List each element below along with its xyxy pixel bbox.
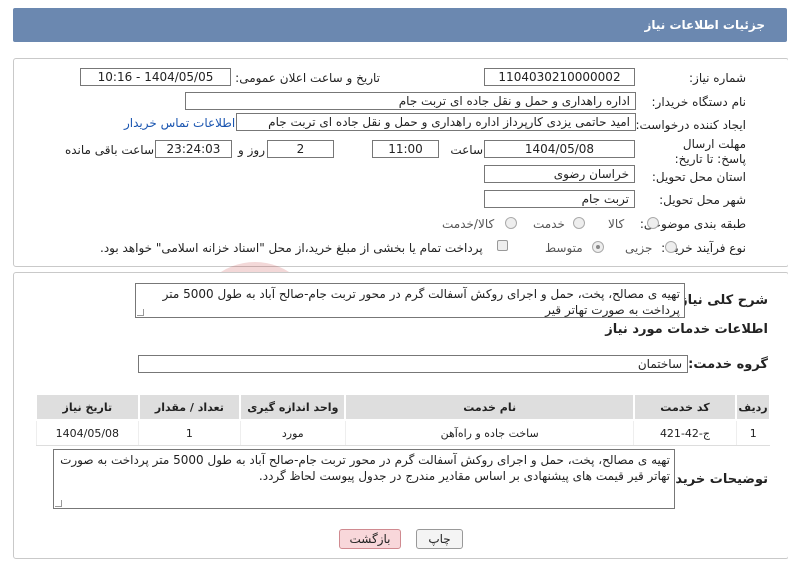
creator-field: امید حاتمی یزدی کارپرداز اداره راهداری و… bbox=[236, 113, 636, 131]
deadline-date-field: 1404/05/08 bbox=[484, 140, 635, 158]
table-row: 1 ج-42-421 ساخت جاده و راه‌آهن مورد 1 14… bbox=[35, 420, 770, 446]
process-option-medium: متوسط bbox=[545, 241, 583, 255]
services-table: ردیف کد خدمت نام خدمت واحد اندازه گیری ت… bbox=[35, 393, 771, 446]
announce-field: 1404/05/05 - 10:16 bbox=[80, 68, 231, 86]
contact-info-link[interactable]: اطلاعات تماس خریدار bbox=[124, 116, 235, 130]
print-button[interactable]: چاپ bbox=[416, 529, 463, 549]
category-option-goods: کالا bbox=[608, 217, 625, 231]
days-field: 2 bbox=[267, 140, 334, 158]
cell-code: ج-42-421 bbox=[633, 420, 737, 446]
category-radio-goods-service[interactable] bbox=[505, 217, 517, 229]
buyer-notes-text: تهیه ی مصالح، پخت، حمل و اجرای روکش آسفا… bbox=[60, 453, 670, 483]
back-button[interactable]: بازگشت bbox=[339, 529, 401, 549]
process-radio-minor[interactable] bbox=[665, 241, 677, 253]
payment-note: پرداخت تمام یا بخشی از مبلغ خرید،از محل … bbox=[100, 241, 483, 255]
remaining-label: ساعت باقی مانده bbox=[64, 143, 154, 157]
col-name: نام خدمت bbox=[344, 393, 635, 421]
city-field: تربت جام bbox=[484, 190, 635, 208]
summary-text: تهیه ی مصالح، پخت، حمل و اجرای روکش آسفا… bbox=[162, 287, 680, 317]
process-option-minor: جزیی bbox=[625, 241, 653, 255]
province-label: استان محل تحویل: bbox=[651, 170, 746, 184]
deadline-label: مهلت ارسال پاسخ: تا تاریخ: bbox=[674, 137, 746, 166]
need-number-field: 1104030210000002 bbox=[484, 68, 635, 86]
need-number-label: شماره نیاز: bbox=[689, 71, 746, 85]
time-label: ساعت bbox=[450, 143, 483, 157]
col-date: تاریخ نیاز bbox=[35, 393, 140, 421]
resize-handle[interactable] bbox=[55, 500, 62, 507]
buyer-org-field: اداره راهداری و حمل و نقل جاده ای تربت ج… bbox=[185, 92, 636, 110]
cell-row: 1 bbox=[735, 420, 770, 446]
table-header-row: ردیف کد خدمت نام خدمت واحد اندازه گیری ت… bbox=[35, 393, 771, 421]
province-field: خراسان رضوی bbox=[484, 165, 635, 183]
col-unit: واحد اندازه گیری bbox=[239, 393, 347, 421]
remaining-time-field: 23:24:03 bbox=[155, 140, 232, 158]
service-group-field: ساختمان bbox=[138, 355, 688, 373]
col-qty: تعداد / مقدار bbox=[137, 393, 242, 421]
page-header: جزئیات اطلاعات نیاز bbox=[13, 8, 787, 42]
treasury-checkbox[interactable] bbox=[497, 240, 508, 251]
service-group-label: گروه خدمت: bbox=[688, 357, 768, 372]
buyer-notes-textarea: تهیه ی مصالح، پخت، حمل و اجرای روکش آسفا… bbox=[53, 449, 675, 509]
resize-handle[interactable] bbox=[137, 309, 144, 316]
category-option-service: خدمت bbox=[533, 217, 565, 231]
category-radio-goods[interactable] bbox=[647, 217, 659, 229]
deadline-time-field: 11:00 bbox=[372, 140, 439, 158]
cell-name: ساخت جاده و راه‌آهن bbox=[344, 420, 634, 446]
col-row: ردیف bbox=[735, 393, 771, 421]
announce-label: تاریخ و ساعت اعلان عمومی: bbox=[235, 71, 380, 85]
process-radio-medium[interactable] bbox=[592, 241, 604, 253]
city-label: شهر محل تحویل: bbox=[659, 193, 746, 207]
category-option-goods-service: کالا/خدمت bbox=[442, 217, 495, 231]
creator-label: ایجاد کننده درخواست: bbox=[635, 118, 746, 132]
days-label: روز و bbox=[238, 143, 265, 157]
services-section-title: اطلاعات خدمات مورد نیاز bbox=[605, 322, 768, 337]
page-title: جزئیات اطلاعات نیاز bbox=[644, 18, 765, 32]
cell-qty: 1 bbox=[138, 420, 241, 446]
summary-textarea: تهیه ی مصالح، پخت، حمل و اجرای روکش آسفا… bbox=[135, 283, 685, 318]
col-code: کد خدمت bbox=[632, 393, 738, 421]
summary-label: شرح کلی نیاز: bbox=[674, 293, 768, 308]
buyer-org-label: نام دستگاه خریدار: bbox=[651, 95, 747, 109]
category-radio-service[interactable] bbox=[573, 217, 585, 229]
cell-date: 1404/05/08 bbox=[35, 420, 139, 446]
cell-unit: مورد bbox=[239, 420, 346, 446]
